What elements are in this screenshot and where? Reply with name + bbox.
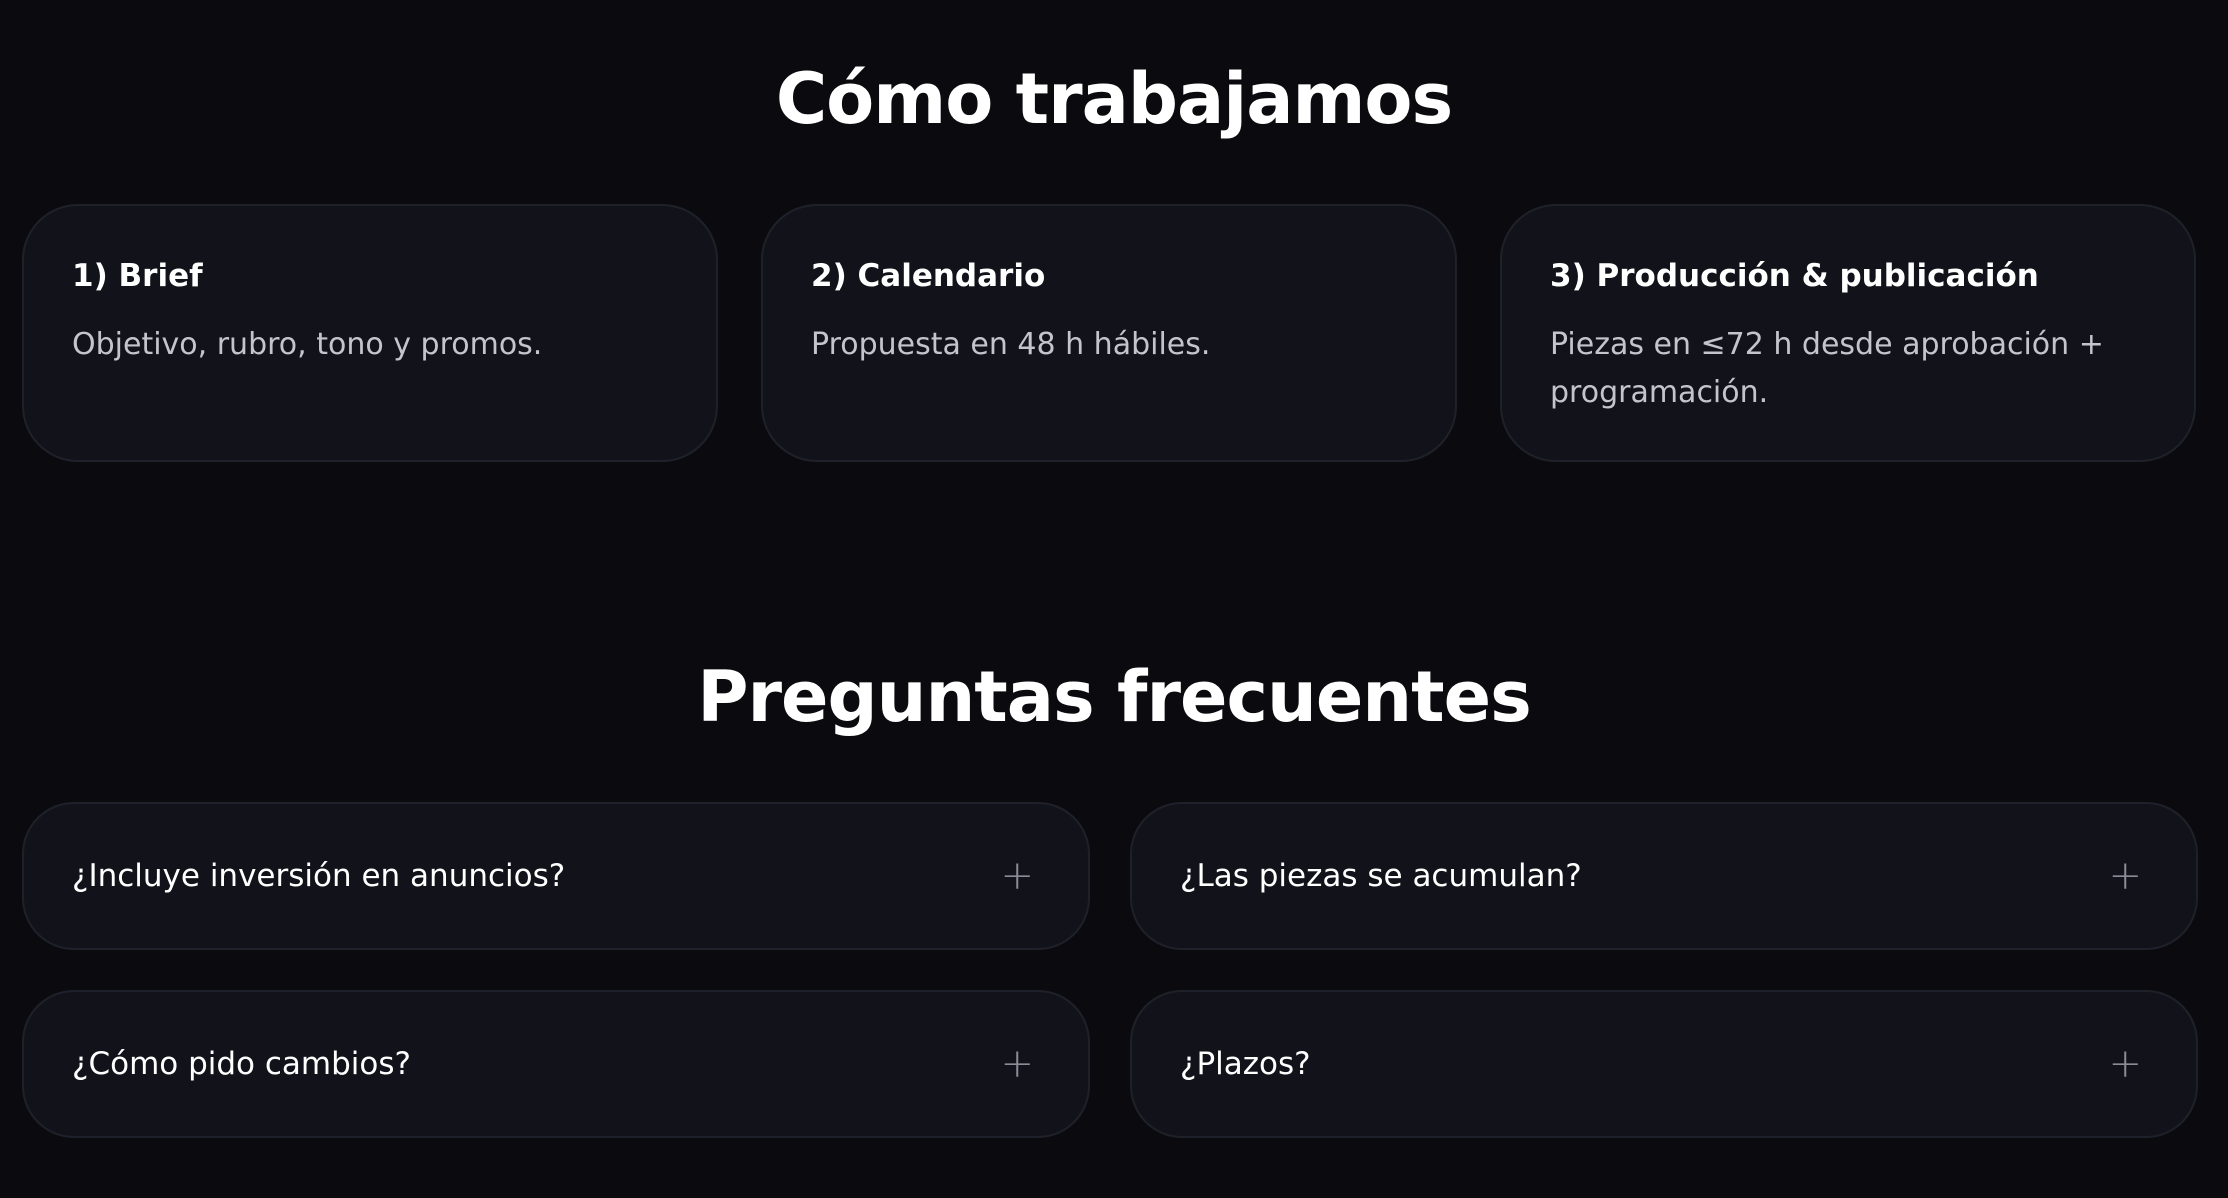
step-title: 1) Brief	[72, 258, 203, 294]
step-title: 3) Producción & publicación	[1550, 258, 2039, 294]
faq-item-deadlines[interactable]: ¿Plazos? +	[1130, 990, 2198, 1138]
faq-question: ¿Plazos?	[1180, 1046, 1311, 1082]
step-title: 2) Calendario	[811, 258, 1046, 294]
step-card-brief: 1) Brief Objetivo, rubro, tono y promos.	[22, 204, 718, 462]
faq-title: Preguntas frecuentes	[697, 656, 1532, 738]
plus-icon[interactable]: +	[1000, 856, 1034, 896]
step-card-produccion: 3) Producción & publicación Piezas en ≤7…	[1500, 204, 2196, 462]
faq-item-pieces-accumulate[interactable]: ¿Las piezas se acumulan? +	[1130, 802, 2198, 950]
plus-icon[interactable]: +	[2108, 1044, 2142, 1084]
plus-icon[interactable]: +	[1000, 1044, 1034, 1084]
faq-item-ads-investment[interactable]: ¿Incluye inversión en anuncios? +	[22, 802, 1090, 950]
step-card-calendario: 2) Calendario Propuesta en 48 h hábiles.	[761, 204, 1457, 462]
faq-question: ¿Cómo pido cambios?	[72, 1046, 411, 1082]
step-description: Propuesta en 48 h hábiles.	[811, 327, 1211, 363]
how-we-work-title: Cómo trabajamos	[775, 58, 1453, 140]
plus-icon[interactable]: +	[2108, 856, 2142, 896]
step-description: Piezas en ≤72 h desde aprobación + progr…	[1550, 327, 2104, 411]
step-description: Objetivo, rubro, tono y promos.	[72, 327, 543, 363]
faq-question: ¿Incluye inversión en anuncios?	[72, 858, 566, 894]
faq-question: ¿Las piezas se acumulan?	[1180, 858, 1582, 894]
faq-item-request-changes[interactable]: ¿Cómo pido cambios? +	[22, 990, 1090, 1138]
